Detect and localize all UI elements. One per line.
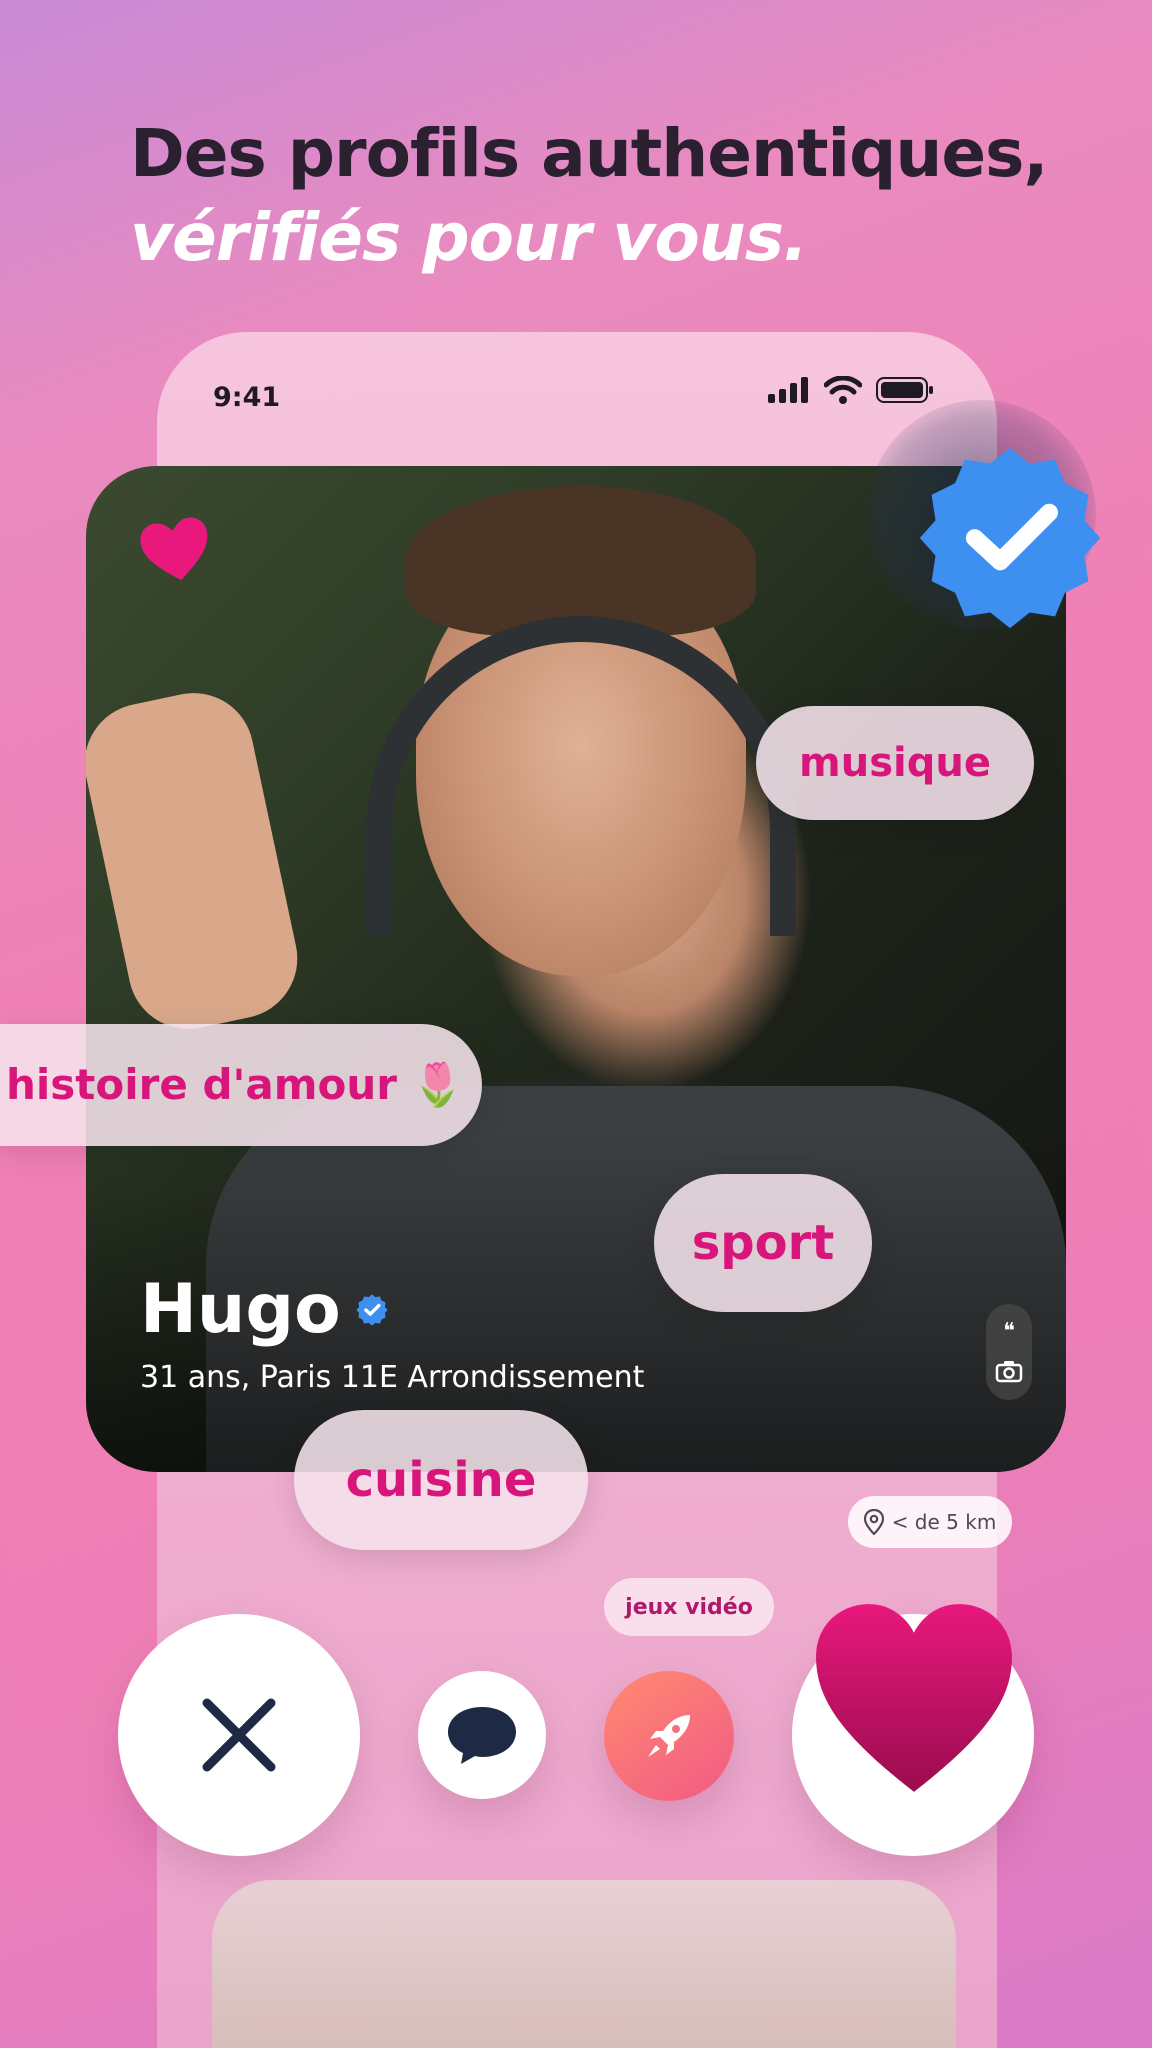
status-time: 9:41 bbox=[213, 382, 281, 413]
boost-button[interactable] bbox=[604, 1671, 734, 1801]
close-icon bbox=[202, 1698, 276, 1772]
wifi-icon bbox=[824, 376, 862, 404]
headline-line-2: vérifiés pour vous. bbox=[130, 199, 808, 276]
battery-icon bbox=[876, 377, 933, 403]
camera-icon[interactable] bbox=[995, 1359, 1023, 1383]
next-profile-card bbox=[212, 1880, 956, 2048]
tag-cuisine[interactable]: cuisine bbox=[294, 1410, 588, 1550]
profile-details: 31 ans, Paris 11E Arrondissement bbox=[140, 1360, 645, 1395]
location-pin-icon bbox=[863, 1509, 884, 1535]
status-icons bbox=[768, 376, 934, 404]
verified-badge-icon bbox=[919, 447, 1101, 629]
tag-jeux-video[interactable]: jeux vidéo bbox=[604, 1578, 774, 1636]
tag-sport[interactable]: sport bbox=[654, 1174, 872, 1312]
verified-icon bbox=[356, 1293, 388, 1326]
message-button[interactable] bbox=[418, 1671, 546, 1799]
headline: Des profils authentiques, vérifiés pour … bbox=[130, 112, 1080, 280]
distance-text: < de 5 km bbox=[891, 1510, 997, 1534]
rocket-icon bbox=[648, 1715, 690, 1757]
chat-bubble-icon bbox=[448, 1707, 516, 1764]
signal-icon bbox=[768, 377, 808, 403]
distance-badge: < de 5 km bbox=[848, 1496, 1012, 1548]
headline-line-1: Des profils authentiques, bbox=[130, 115, 1049, 192]
photo-hand bbox=[86, 681, 309, 1041]
dislike-button[interactable] bbox=[118, 1614, 360, 1856]
quote-icon[interactable]: ❝ bbox=[1003, 1320, 1015, 1343]
tag-musique[interactable]: musique bbox=[756, 706, 1034, 820]
profile-name-row: Hugo bbox=[140, 1270, 389, 1349]
heart-icon bbox=[816, 1604, 1012, 1792]
media-switcher[interactable]: ❝ bbox=[986, 1304, 1032, 1400]
tag-histoire-amour[interactable]: histoire d'amour 🌷 bbox=[0, 1024, 482, 1146]
profile-name: Hugo bbox=[140, 1270, 341, 1349]
photo-hair bbox=[406, 486, 756, 636]
heart-icon bbox=[140, 517, 208, 580]
